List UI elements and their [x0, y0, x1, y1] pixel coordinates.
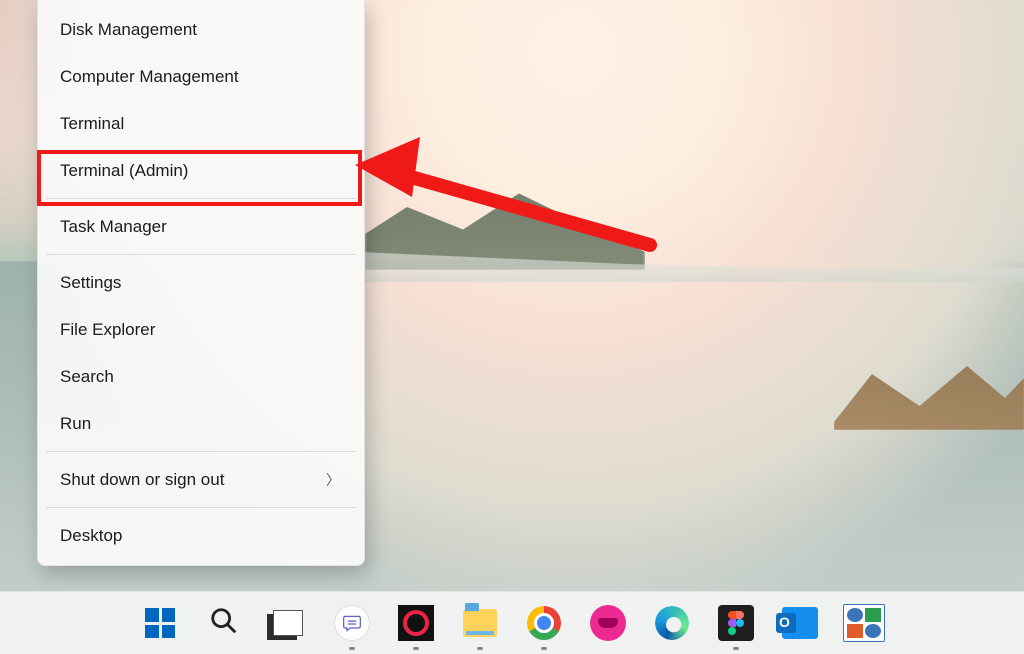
menu-item-terminal-admin[interactable]: Terminal (Admin) — [38, 147, 364, 194]
menu-item-label: Disk Management — [60, 20, 197, 40]
chrome-icon — [527, 606, 561, 640]
menu-item-label: File Explorer — [60, 320, 155, 340]
figma-icon — [718, 605, 754, 641]
menu-separator — [46, 507, 356, 508]
edge-icon — [655, 606, 689, 640]
menu-item-label: Desktop — [60, 526, 122, 546]
running-indicator — [349, 647, 355, 650]
menu-item-label: Computer Management — [60, 67, 239, 87]
edge-app[interactable] — [651, 602, 693, 644]
screen-recorder-icon — [398, 605, 434, 641]
chevron-right-icon: 〉 — [326, 470, 340, 490]
chat-icon — [335, 606, 369, 640]
menu-item-shut-down-or-sign-out[interactable]: Shut down or sign out 〉 — [38, 456, 364, 503]
outlook-icon — [782, 607, 818, 639]
menu-item-file-explorer[interactable]: File Explorer — [38, 306, 364, 353]
search-icon — [209, 606, 239, 641]
file-explorer-app[interactable] — [459, 602, 501, 644]
menu-item-terminal[interactable]: Terminal — [38, 100, 364, 147]
chat-app[interactable] — [331, 602, 373, 644]
menu-item-run[interactable]: Run — [38, 400, 364, 447]
menu-item-label: Terminal (Admin) — [60, 161, 188, 181]
menu-item-settings[interactable]: Settings — [38, 259, 364, 306]
media-app[interactable] — [587, 602, 629, 644]
running-indicator — [413, 647, 419, 650]
menu-separator — [46, 451, 356, 452]
menu-item-computer-management[interactable]: Computer Management — [38, 53, 364, 100]
wallpaper-shore — [360, 252, 1024, 282]
search-button[interactable] — [203, 602, 245, 644]
menu-separator — [46, 198, 356, 199]
menu-item-disk-management[interactable]: Disk Management — [38, 6, 364, 53]
taskbar — [0, 591, 1024, 654]
media-icon — [590, 605, 626, 641]
control-panel-icon — [843, 604, 885, 642]
wallpaper-grass — [834, 350, 1024, 430]
menu-item-label: Run — [60, 414, 91, 434]
start-icon — [145, 608, 175, 638]
screen-recorder-app[interactable] — [395, 602, 437, 644]
menu-item-label: Settings — [60, 273, 121, 293]
menu-item-label: Search — [60, 367, 114, 387]
outlook-app[interactable] — [779, 602, 821, 644]
winx-context-menu: Disk Management Computer Management Termin… — [37, 0, 365, 566]
menu-item-search[interactable]: Search — [38, 353, 364, 400]
menu-item-desktop[interactable]: Desktop — [38, 512, 364, 559]
start-button[interactable] — [139, 602, 181, 644]
running-indicator — [541, 647, 547, 650]
figma-app[interactable] — [715, 602, 757, 644]
menu-item-label: Shut down or sign out — [60, 470, 224, 490]
task-view-button[interactable] — [267, 602, 309, 644]
running-indicator — [477, 647, 483, 650]
file-explorer-icon — [463, 609, 497, 637]
running-indicator — [733, 647, 739, 650]
menu-item-task-manager[interactable]: Task Manager — [38, 203, 364, 250]
menu-item-label: Terminal — [60, 114, 124, 134]
menu-item-label: Task Manager — [60, 217, 167, 237]
control-panel-app[interactable] — [843, 602, 885, 644]
chrome-app[interactable] — [523, 602, 565, 644]
task-view-icon — [273, 610, 303, 636]
menu-separator — [46, 254, 356, 255]
